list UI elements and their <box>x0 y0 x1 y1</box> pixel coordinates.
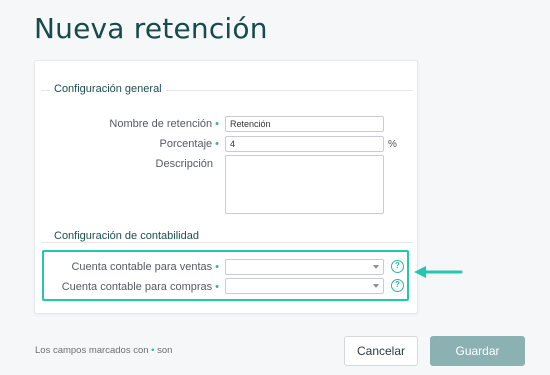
field-label-nombre: Nombre de retención • <box>109 118 219 130</box>
nombre-label-text: Nombre de retención <box>109 118 213 130</box>
page: Nueva retención Configuración general No… <box>0 0 550 375</box>
note-suffix: son <box>157 345 173 356</box>
cancel-button[interactable]: Cancelar <box>344 336 418 366</box>
note-marker: • <box>151 345 155 356</box>
section-divider-accounting <box>41 242 413 243</box>
page-title: Nueva retención <box>34 12 268 45</box>
required-fields-note: Los campos marcados con • son <box>35 345 172 356</box>
section-title-general: Configuración general <box>50 83 166 95</box>
highlight-box <box>42 250 409 301</box>
note-prefix: Los campos marcados con <box>35 345 149 356</box>
field-label-porcentaje: Porcentaje • <box>160 138 219 150</box>
porcentaje-input[interactable]: 4 <box>225 136 384 152</box>
descripcion-textarea[interactable] <box>225 155 384 214</box>
arrow-left-icon <box>414 266 463 278</box>
percent-unit: % <box>388 139 397 150</box>
nombre-retencion-input[interactable]: Retención <box>225 116 384 132</box>
required-marker: • <box>215 118 219 130</box>
section-title-accounting: Configuración de contabilidad <box>50 230 203 242</box>
descripcion-label-text: Descripción <box>155 158 213 170</box>
field-label-descripcion: Descripción <box>156 158 213 170</box>
required-marker: • <box>215 138 219 150</box>
save-button[interactable]: Guardar <box>430 336 525 366</box>
porcentaje-label-text: Porcentaje <box>159 138 213 150</box>
